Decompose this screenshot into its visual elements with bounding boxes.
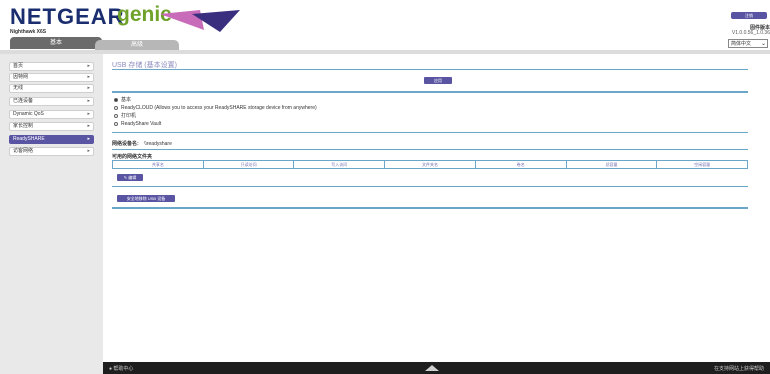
sidebar-item-internet[interactable]: 因特网 ▸	[9, 73, 94, 82]
chevron-down-icon: ⌄	[760, 41, 766, 47]
router-model: Nighthawk X6S	[10, 29, 47, 35]
netgear-logo: NETGEAR	[10, 4, 125, 29]
sidebar-item-parental-controls[interactable]: 家长控制 ▸	[9, 122, 94, 131]
sidebar-item-attached-devices[interactable]: 已连设备 ▸	[9, 97, 94, 106]
edit-button[interactable]: ✎ 编辑	[117, 174, 143, 181]
title-divider	[112, 69, 748, 70]
sidebar-item-label: 无线	[13, 85, 24, 91]
language-value: 简体中文	[731, 41, 752, 47]
help-center-label: 帮助中心	[113, 366, 134, 372]
chevron-right-icon: ▸	[87, 85, 90, 91]
chevron-right-icon: ▸	[87, 111, 90, 117]
sidebar-item-readyshare[interactable]: ReadySHARE ▸	[9, 135, 94, 144]
table-header: 文件夹名	[384, 161, 475, 168]
chevron-right-icon: ▸	[87, 98, 90, 104]
chevron-right-icon: ▸	[87, 74, 90, 80]
chevron-right-icon: ▸	[87, 148, 90, 154]
section-divider	[112, 91, 748, 93]
footer-bar: ● 帮助中心 在支持网站上获得帮助	[103, 362, 770, 374]
table-header: 共享名	[151, 162, 164, 167]
access-option-vault[interactable]: ReadyShare Vault	[114, 121, 161, 127]
section-divider	[112, 186, 748, 187]
help-center-link[interactable]: ● 帮助中心	[109, 365, 133, 372]
radio-unselected[interactable]	[114, 105, 118, 110]
access-option-label: ReadyShare Vault	[121, 121, 162, 127]
firmware-version: V1.0.0.56_1.0.36	[731, 30, 770, 36]
access-option-readycloud[interactable]: ReadyCLOUD (Allows you to access your Re…	[114, 105, 317, 111]
help-icon: ●	[109, 366, 113, 372]
radio-unselected[interactable]	[114, 113, 118, 118]
sidebar-item-label: 首页	[13, 63, 24, 69]
sidebar-item-label: 因特网	[13, 74, 29, 80]
language-select[interactable]: 简体中文 ⌄	[728, 39, 768, 48]
radio-selected[interactable]	[114, 97, 118, 102]
table-header: 卷名	[474, 161, 566, 168]
network-device-label: 网络设备名:	[112, 141, 139, 147]
apply-button[interactable]: 应用	[424, 77, 452, 84]
pencil-icon: ✎	[123, 175, 128, 180]
tab-basic[interactable]: 基本	[10, 37, 102, 49]
access-option-label: 打印机	[121, 113, 137, 119]
chevron-right-icon: ▸	[87, 123, 90, 129]
access-option-basic[interactable]: 基本	[114, 97, 131, 103]
folders-table-header: 共享名 只读访问 写入访问 文件夹名 卷名 总容量 空闲容量	[112, 160, 748, 169]
expand-up-icon[interactable]	[425, 365, 439, 371]
network-device-name: \\readyshare	[144, 141, 172, 147]
logout-button[interactable]: 注销	[731, 12, 767, 19]
access-option-label: 基本	[121, 97, 132, 103]
sidebar-item-label: 访客网络	[13, 148, 34, 154]
sidebar-item-label: 已连设备	[13, 98, 34, 104]
edit-label: 编辑	[128, 175, 137, 180]
sidebar-item-label: Dynamic QoS	[13, 111, 44, 117]
section-divider	[112, 149, 748, 150]
access-option-printer[interactable]: 打印机	[114, 113, 136, 119]
chevron-right-icon: ▸	[87, 63, 90, 69]
table-header: 总容量	[565, 161, 657, 168]
table-header: 只读访问	[202, 161, 294, 168]
folders-table-caption: 可用的网络文件夹	[112, 154, 153, 160]
sidebar-item-home[interactable]: 首页 ▸	[9, 62, 94, 71]
table-header: 空闲容量	[656, 161, 747, 168]
network-device-row: 网络设备名: \\readyshare	[112, 140, 172, 147]
sidebar: 首页 ▸ 因特网 ▸ 无线 ▸ 已连设备 ▸ Dynamic QoS ▸ 家长控制 ▸ Re…	[0, 54, 103, 374]
sidebar-item-label: 家长控制	[13, 123, 34, 129]
access-option-label: ReadyCLOUD (Allows you to access your Re…	[121, 105, 317, 111]
brand-swoosh-icon	[160, 10, 240, 32]
safe-remove-usb-button[interactable]: 安全地移除 USB 设备	[117, 195, 175, 202]
support-link[interactable]: 在支持网站上获得帮助	[714, 365, 764, 372]
radio-unselected[interactable]	[114, 121, 118, 126]
sidebar-item-dynamic-qos[interactable]: Dynamic QoS ▸	[9, 110, 94, 119]
section-divider	[112, 132, 748, 133]
sidebar-item-wireless[interactable]: 无线 ▸	[9, 84, 94, 93]
sidebar-item-guest-network[interactable]: 访客网络 ▸	[9, 147, 94, 156]
sidebar-item-label: ReadySHARE	[13, 136, 45, 142]
chevron-right-icon: ▸	[87, 136, 90, 142]
section-divider	[112, 207, 748, 209]
table-header: 写入访问	[293, 161, 384, 168]
